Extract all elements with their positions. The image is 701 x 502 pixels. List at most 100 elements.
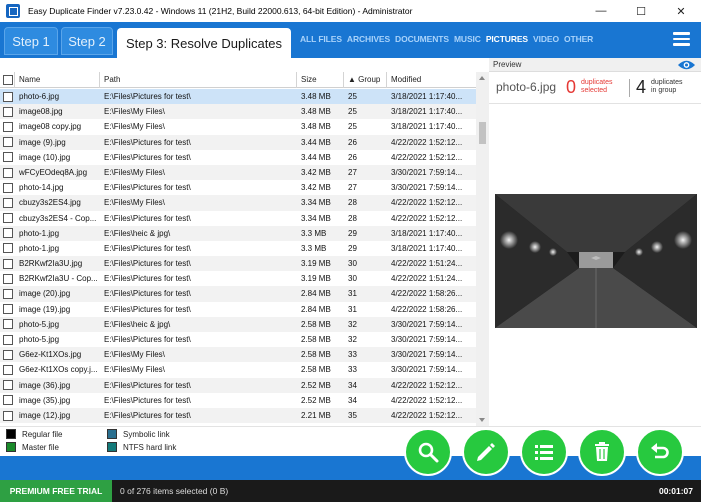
row-checkbox[interactable] [0, 302, 15, 317]
checkbox[interactable] [3, 152, 13, 163]
checkbox[interactable] [3, 273, 13, 284]
row-checkbox[interactable] [0, 135, 15, 150]
cell-size: 2.58 MB [301, 335, 331, 344]
row-checkbox[interactable] [0, 378, 15, 393]
checkbox[interactable] [3, 289, 13, 300]
table-row[interactable]: photo-5.jpg E:\Files\heic & jpg\ 2.58 MB 32… [0, 316, 476, 332]
checkbox[interactable] [3, 334, 13, 345]
row-checkbox[interactable] [0, 226, 15, 241]
row-checkbox[interactable] [0, 180, 15, 195]
category-archives[interactable]: ARCHIVES [347, 34, 390, 44]
row-checkbox[interactable] [0, 393, 15, 408]
cell-group: 35 [348, 410, 357, 420]
select-all-checkbox[interactable] [0, 72, 15, 88]
category-video[interactable]: VIDEO [533, 34, 559, 44]
scroll-up-icon[interactable] [479, 76, 485, 80]
preview-info: photo-6.jpg 0 duplicates selected 4 dupli… [489, 72, 701, 104]
row-checkbox[interactable] [0, 362, 15, 377]
scroll-down-icon[interactable] [479, 418, 485, 422]
tab-step-3[interactable]: Step 3: Resolve Duplicates [117, 28, 291, 58]
table-row[interactable]: cbuzy3s2ES4 - Cop... E:\Files\Pictures fo… [0, 211, 476, 226]
table-row[interactable]: photo-1.jpg E:\Files\heic & jpg\ 3.3 MB 29 3… [0, 225, 476, 241]
row-checkbox[interactable] [0, 256, 15, 271]
table-row[interactable]: G6ez-Kt1XOs.jpg E:\Files\My Files\ 2.58 MB… [0, 347, 476, 363]
table-row[interactable]: G6ez-Kt1XOs copy.j... E:\Files\My Files\ 2… [0, 362, 476, 377]
row-checkbox[interactable] [0, 271, 15, 286]
scroll-thumb[interactable] [479, 122, 486, 144]
checkbox[interactable] [3, 349, 13, 360]
category-other[interactable]: OTHER [564, 34, 593, 44]
checkbox[interactable] [3, 213, 13, 224]
premium-trial-button[interactable]: PREMIUM FREE TRIAL [0, 480, 112, 502]
table-row[interactable]: image (20).jpg E:\Files\Pictures for test… [0, 286, 476, 302]
table-row[interactable]: image (12).jpg E:\Files\Pictures for test… [0, 407, 476, 424]
table-row[interactable]: wFCyEOdeq8A.jpg E:\Files\My Files\ 3.42 MB… [0, 164, 476, 181]
select-list-button[interactable] [520, 428, 568, 476]
column-name[interactable]: Name [15, 72, 100, 88]
row-checkbox[interactable] [0, 195, 15, 210]
row-checkbox[interactable] [0, 89, 15, 104]
minimize-button[interactable]: — [581, 0, 621, 22]
checkbox[interactable] [3, 137, 13, 148]
checkbox[interactable] [3, 410, 13, 421]
checkbox[interactable] [3, 304, 13, 315]
column-size[interactable]: Size [297, 72, 344, 88]
checkbox[interactable] [3, 228, 13, 239]
tab-step-2[interactable]: Step 2 [61, 27, 113, 55]
table-row[interactable]: photo-1.jpg E:\Files\Pictures for test\ 3.… [0, 241, 476, 256]
delete-button[interactable] [578, 428, 626, 476]
checkbox[interactable] [3, 243, 13, 254]
column-group[interactable]: ▲ Group [344, 72, 387, 88]
category-documents[interactable]: DOCUMENTS [395, 34, 449, 44]
row-checkbox[interactable] [0, 165, 15, 180]
row-checkbox[interactable] [0, 119, 15, 134]
close-button[interactable]: ✕ [661, 0, 701, 22]
category-all-files[interactable]: ALL FILES [300, 34, 342, 44]
row-checkbox[interactable] [0, 211, 15, 226]
checkbox[interactable] [3, 364, 13, 375]
eye-icon[interactable] [677, 59, 696, 71]
row-checkbox[interactable] [0, 241, 15, 256]
table-row[interactable]: image (19).jpg E:\Files\Pictures for test… [0, 302, 476, 317]
table-scrollbar[interactable] [476, 72, 489, 426]
row-checkbox[interactable] [0, 408, 15, 423]
row-checkbox[interactable] [0, 104, 15, 119]
category-pictures[interactable]: PICTURES [486, 34, 528, 44]
table-row[interactable]: image08.jpg E:\Files\My Files\ 3.48 MB 25 3/… [0, 104, 476, 120]
checkbox[interactable] [3, 380, 13, 391]
table-row[interactable]: image (10).jpg E:\Files\Pictures for test… [0, 150, 476, 165]
undo-button[interactable] [636, 428, 684, 476]
table-row[interactable]: photo-5.jpg E:\Files\Pictures for test\ 2.… [0, 332, 476, 347]
table-row[interactable]: B2RKwf2Ia3U - Cop... E:\Files\Pictures fo… [0, 271, 476, 286]
table-row[interactable]: photo-14.jpg E:\Files\Pictures for test\ 3… [0, 180, 476, 195]
row-checkbox[interactable] [0, 317, 15, 332]
checkbox[interactable] [3, 91, 13, 102]
row-checkbox[interactable] [0, 286, 15, 301]
category-music[interactable]: MUSIC [454, 34, 481, 44]
row-checkbox[interactable] [0, 150, 15, 165]
table-row[interactable]: cbuzy3s2ES4.jpg E:\Files\My Files\ 3.34 MB… [0, 195, 476, 211]
tab-step-1[interactable]: Step 1 [4, 27, 58, 55]
table-row[interactable]: image (9).jpg E:\Files\Pictures for test\… [0, 134, 476, 150]
checkbox[interactable] [3, 319, 13, 330]
checkbox[interactable] [3, 197, 13, 208]
checkbox[interactable] [3, 167, 13, 178]
checkbox[interactable] [3, 182, 13, 193]
table-row[interactable]: image (35).jpg E:\Files\Pictures for test… [0, 393, 476, 408]
table-row[interactable]: image08 copy.jpg E:\Files\My Files\ 3.48 M… [0, 119, 476, 134]
checkbox[interactable] [3, 106, 13, 117]
checkbox[interactable] [3, 395, 13, 406]
scan-button[interactable] [404, 428, 452, 476]
table-row[interactable]: image (36).jpg E:\Files\Pictures for test… [0, 377, 476, 393]
column-path[interactable]: Path [100, 72, 297, 88]
row-checkbox[interactable] [0, 332, 15, 347]
maximize-button[interactable]: ☐ [621, 0, 661, 22]
row-checkbox[interactable] [0, 347, 15, 362]
hamburger-menu-icon[interactable] [673, 32, 690, 46]
checkbox[interactable] [3, 121, 13, 132]
table-row[interactable]: photo-6.jpg E:\Files\Pictures for test\ 3.… [0, 89, 476, 105]
column-modified[interactable]: Modified [387, 72, 476, 88]
edit-button[interactable] [462, 428, 510, 476]
table-row[interactable]: B2RKwf2Ia3U.jpg E:\Files\Pictures for tes… [0, 256, 476, 272]
checkbox[interactable] [3, 258, 13, 269]
